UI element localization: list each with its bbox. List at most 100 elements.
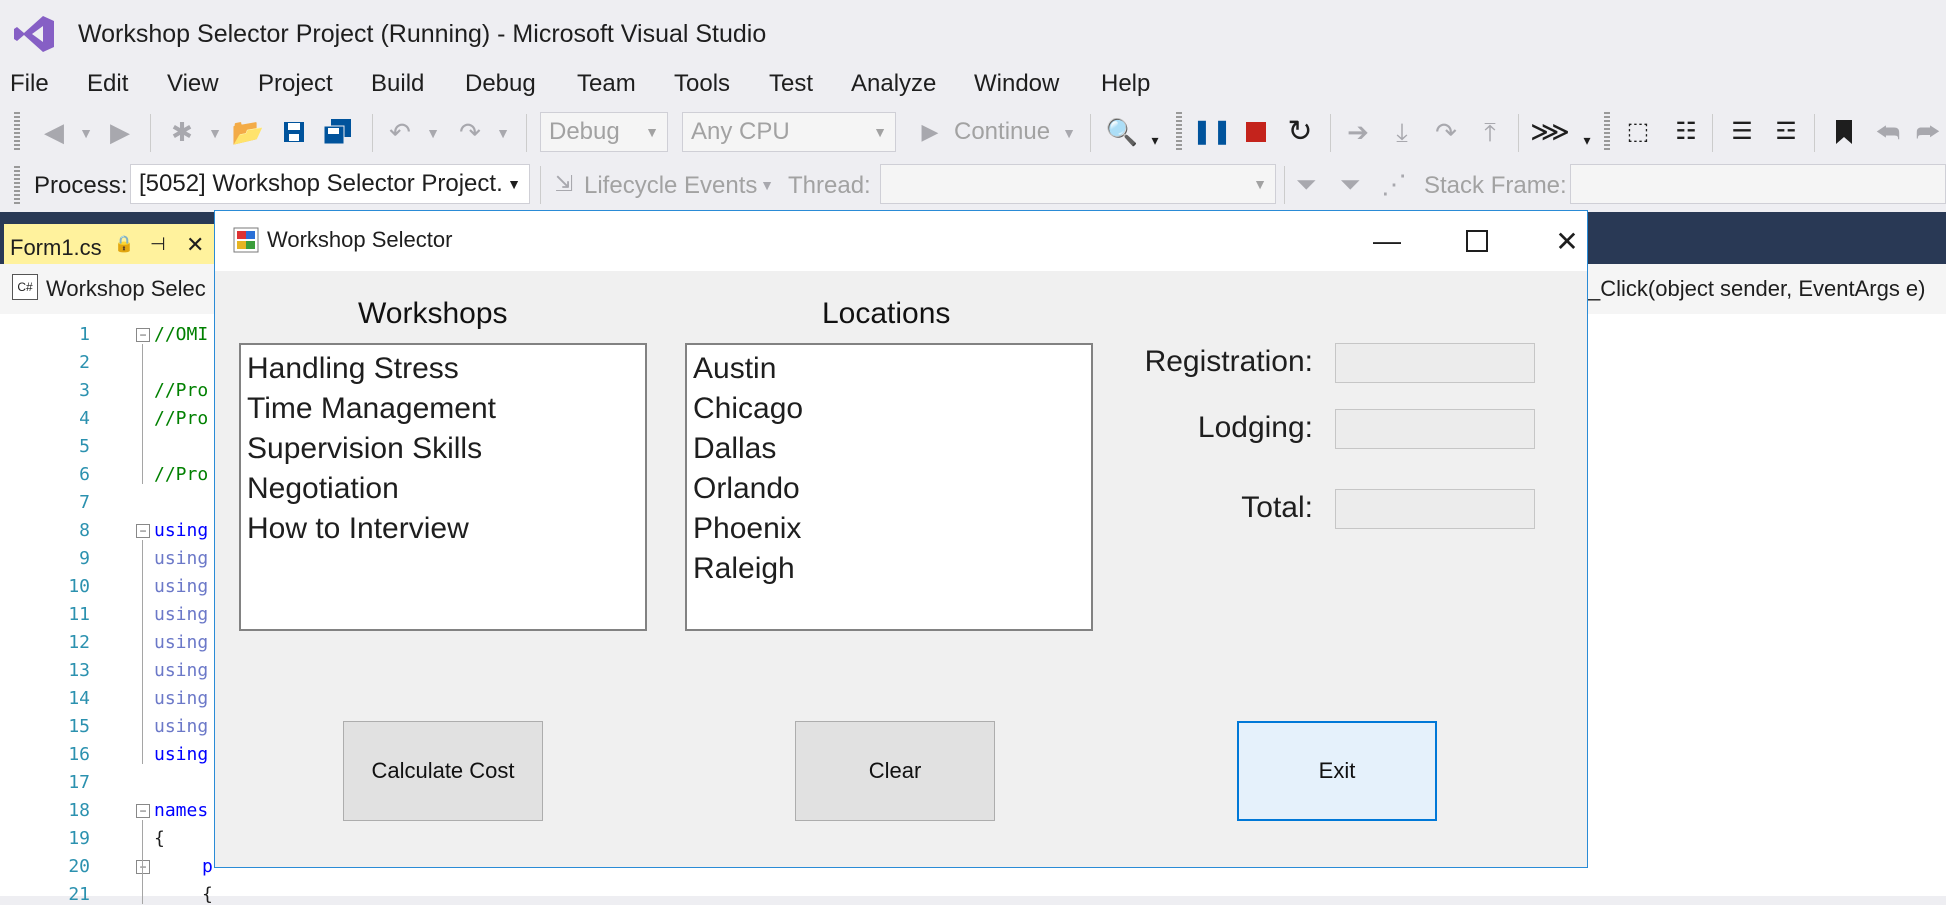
toolbar-grip[interactable] — [14, 166, 20, 204]
collapse-outline-icon[interactable]: − — [136, 860, 150, 874]
code-line: using — [154, 576, 209, 597]
collapse-outline-icon[interactable]: − — [136, 804, 150, 818]
menu-view[interactable]: View — [167, 70, 219, 98]
process-label: Process: — [34, 172, 128, 199]
break-all-icon[interactable]: ❚❚ — [1192, 116, 1232, 148]
step-over-icon[interactable]: ↷ — [1430, 116, 1462, 148]
menu-build[interactable]: Build — [371, 70, 424, 98]
maximize-button[interactable] — [1447, 221, 1507, 261]
close-tab-icon[interactable]: ✕ — [186, 232, 204, 258]
menu-tools[interactable]: Tools — [674, 70, 730, 98]
minimize-button[interactable]: — — [1357, 221, 1417, 261]
show-next-statement-icon[interactable]: ➔ — [1342, 116, 1374, 148]
continue-button[interactable]: ▶ Continue ▼ — [912, 112, 1082, 152]
menu-project[interactable]: Project — [258, 70, 333, 98]
menu-analyze[interactable]: Analyze — [851, 70, 936, 98]
toolbar-grip[interactable] — [14, 112, 20, 152]
list-item[interactable]: Time Management — [247, 389, 639, 429]
menu-window[interactable]: Window — [974, 70, 1059, 98]
toggle-external-code-icon[interactable]: ⋰ — [1378, 166, 1410, 202]
navigate-back-icon[interactable]: ◀ — [38, 116, 70, 148]
thread-dropdown[interactable]: ▼ — [880, 164, 1276, 204]
select-element-icon[interactable]: ⬚ — [1622, 116, 1654, 148]
code-line: using — [154, 520, 209, 541]
close-button[interactable]: ✕ — [1537, 221, 1597, 261]
list-item[interactable]: Chicago — [693, 389, 1085, 429]
redo-icon[interactable]: ↷ — [454, 116, 486, 148]
maximize-icon — [1466, 230, 1488, 252]
debug-location-toolbar: Process: [5052] Workshop Selector Projec… — [0, 162, 1946, 210]
list-item[interactable]: Handling Stress — [247, 349, 639, 389]
flag-threads-icon[interactable]: ⏷ — [1290, 166, 1322, 202]
navigate-back-dropdown-icon[interactable]: ▼ — [76, 118, 96, 148]
show-flagged-threads-icon[interactable]: ⏷ — [1334, 166, 1366, 202]
step-into-icon[interactable]: ⤓ — [1386, 116, 1418, 148]
previous-bookmark-icon[interactable]: ⮪ — [1872, 116, 1904, 148]
bookmark-icon[interactable] — [1828, 116, 1860, 148]
locations-listbox[interactable]: Austin Chicago Dallas Orlando Phoenix Ra… — [685, 343, 1093, 631]
menu-team[interactable]: Team — [577, 70, 636, 98]
save-all-icon[interactable] — [320, 116, 356, 148]
undo-dropdown-icon[interactable]: ▼ — [424, 118, 442, 148]
registration-field[interactable] — [1335, 343, 1535, 383]
line-number: 20 — [68, 856, 90, 877]
process-dropdown[interactable]: [5052] Workshop Selector Project. ▼ — [130, 164, 530, 204]
show-threads-icon[interactable]: ⋙ — [1530, 114, 1570, 150]
play-icon: ▶ — [921, 119, 939, 144]
comment-lines-icon[interactable]: ☰ — [1726, 116, 1758, 148]
collapse-outline-icon[interactable]: − — [136, 328, 150, 342]
calculate-cost-button[interactable]: Calculate Cost — [343, 721, 543, 821]
toolbar-overflow-icon[interactable]: ▾ — [1146, 126, 1164, 154]
list-item[interactable]: Orlando — [693, 469, 1085, 509]
list-item[interactable]: How to Interview — [247, 509, 639, 549]
lodging-field[interactable] — [1335, 409, 1535, 449]
member-navigation-dropdown[interactable]: _Click(object sender, EventArgs e) — [1588, 276, 1926, 302]
list-item[interactable]: Dallas — [693, 429, 1085, 469]
menu-test[interactable]: Test — [769, 70, 813, 98]
toolbar-grip[interactable] — [1176, 112, 1182, 152]
open-file-icon[interactable]: 📂 — [230, 116, 266, 148]
workshops-listbox[interactable]: Handling Stress Time Management Supervis… — [239, 343, 647, 631]
new-project-icon[interactable]: ✱ — [164, 116, 200, 148]
menu-debug[interactable]: Debug — [465, 70, 536, 98]
solution-configuration-dropdown[interactable]: Debug ▼ — [540, 112, 668, 152]
next-bookmark-icon[interactable]: ⮫ — [1912, 116, 1944, 148]
registration-label: Registration: — [1144, 345, 1313, 378]
menu-help[interactable]: Help — [1101, 70, 1150, 98]
form-title-bar[interactable]: Workshop Selector — ✕ — [215, 211, 1587, 271]
save-icon[interactable] — [278, 116, 310, 148]
standard-toolbar: ◀ ▼ ▶ ✱ ▼ 📂 ↶ ▼ ↷ ▼ Debug ▼ Any CPU ▼ ▶ … — [0, 108, 1946, 158]
stack-frame-dropdown[interactable] — [1570, 164, 1946, 204]
exit-button[interactable]: Exit — [1237, 721, 1437, 821]
undo-icon[interactable]: ↶ — [384, 116, 416, 148]
menu-edit[interactable]: Edit — [87, 70, 128, 98]
clear-button[interactable]: Clear — [795, 721, 995, 821]
toolbar-overflow-icon[interactable]: ▾ — [1578, 126, 1596, 154]
pin-icon[interactable]: ⊣ — [150, 234, 166, 255]
navigate-forward-icon[interactable]: ▶ — [104, 116, 136, 148]
read-only-lock-icon[interactable]: 🔒 — [114, 234, 134, 254]
solution-platform-dropdown[interactable]: Any CPU ▼ — [682, 112, 896, 152]
stop-debugging-icon[interactable] — [1240, 116, 1272, 148]
collapse-outline-icon[interactable]: − — [136, 524, 150, 538]
code-line: using — [154, 548, 209, 569]
find-in-files-icon[interactable]: 🔍 — [1104, 114, 1140, 150]
list-item[interactable]: Supervision Skills — [247, 429, 639, 469]
code-line: //Pro — [154, 380, 209, 401]
restart-icon[interactable]: ↻ — [1282, 114, 1318, 150]
lifecycle-events-dropdown[interactable]: ⇲ Lifecycle Events ▼ — [548, 164, 780, 204]
list-item[interactable]: Raleigh — [693, 549, 1085, 589]
toolbar-grip[interactable] — [1604, 112, 1610, 152]
project-navigation-dropdown[interactable]: Workshop Selec — [46, 276, 206, 302]
new-project-dropdown-icon[interactable]: ▼ — [206, 118, 224, 148]
live-visual-tree-icon[interactable]: ☷ — [1668, 116, 1704, 148]
list-item[interactable]: Phoenix — [693, 509, 1085, 549]
redo-dropdown-icon[interactable]: ▼ — [494, 118, 512, 148]
lodging-label: Lodging: — [1197, 411, 1313, 444]
list-item[interactable]: Negotiation — [247, 469, 639, 509]
list-item[interactable]: Austin — [693, 349, 1085, 389]
total-field[interactable] — [1335, 489, 1535, 529]
step-out-icon[interactable]: ⤒ — [1474, 116, 1506, 148]
menu-file[interactable]: File — [10, 70, 49, 98]
uncomment-lines-icon[interactable]: ☲ — [1770, 116, 1802, 148]
